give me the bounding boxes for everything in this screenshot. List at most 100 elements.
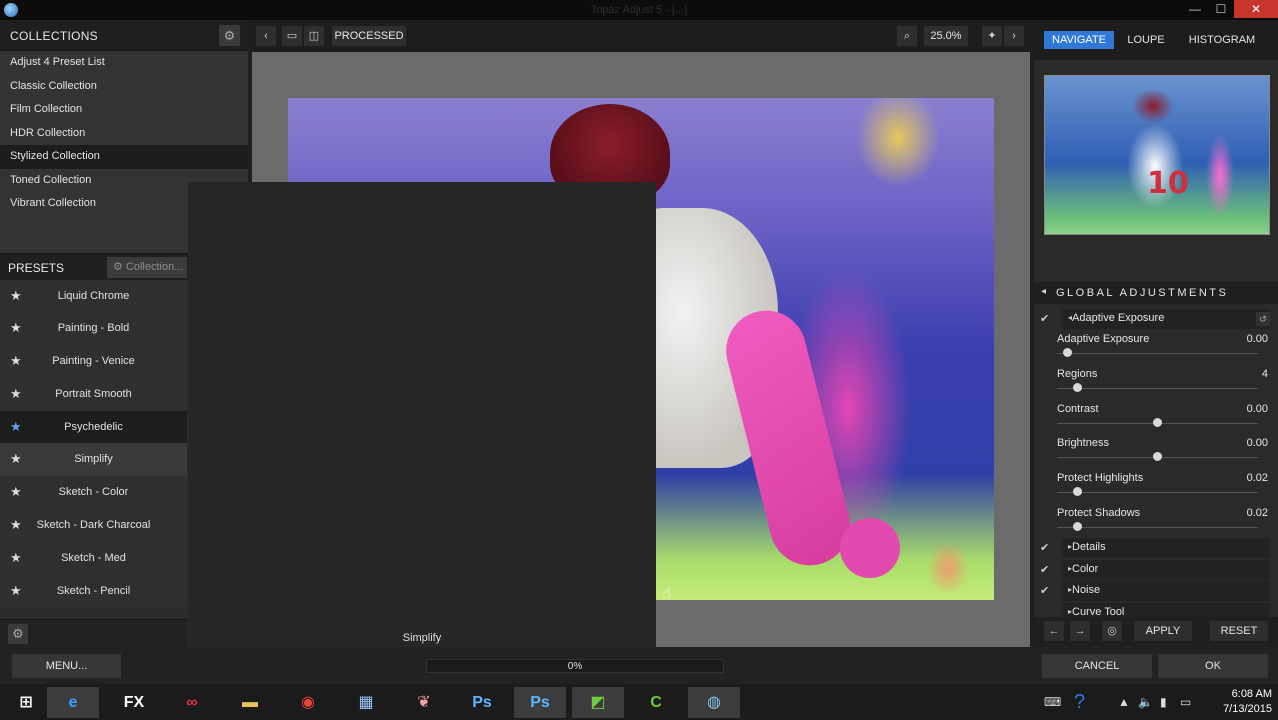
keyboard-icon[interactable]: ⌨: [1044, 684, 1061, 720]
navigator-thumbnail[interactable]: 10: [1044, 75, 1270, 235]
internet-explorer-icon[interactable]: e: [47, 687, 99, 718]
slider-regions[interactable]: Regions 4: [1056, 368, 1268, 403]
preset-item[interactable]: ★ Sketch - Med: [0, 542, 187, 575]
preset-item[interactable]: ★ Portrait Smooth: [0, 378, 187, 411]
maximize-button[interactable]: ☐: [1208, 0, 1234, 18]
preset-item-hover[interactable]: ★ Simplify: [0, 443, 187, 477]
slider-value[interactable]: 0.02: [1247, 472, 1268, 484]
slider-protect-highlights[interactable]: Protect Highlights 0.02: [1056, 472, 1268, 507]
star-icon[interactable]: ★: [10, 312, 22, 345]
checkmark-icon[interactable]: ✔: [1040, 541, 1049, 554]
photoshop-icon[interactable]: Ps: [456, 687, 508, 718]
tray-expand-icon[interactable]: ▲: [1118, 684, 1130, 720]
redo-button[interactable]: →: [1070, 621, 1090, 641]
collection-button[interactable]: ⚙ Collection...: [107, 256, 187, 278]
slider-knob[interactable]: [1153, 418, 1162, 427]
star-icon[interactable]: ★: [10, 411, 22, 444]
slider-track[interactable]: [1057, 353, 1258, 354]
slider-knob[interactable]: [1063, 348, 1072, 357]
curve-tool-section[interactable]: ▸ Curve Tool: [1034, 603, 1278, 617]
windows-start-icon[interactable]: ⊞: [0, 687, 52, 718]
help-icon[interactable]: ?: [1074, 684, 1085, 720]
preset-item[interactable]: ★ Sketch - Color: [0, 476, 187, 509]
slider-protect-shadows[interactable]: Protect Shadows 0.02: [1056, 507, 1268, 542]
cancel-button[interactable]: CANCEL: [1042, 654, 1152, 678]
camtasia-recorder-icon[interactable]: C: [630, 687, 682, 718]
system-clock[interactable]: 6:08 AM 7/13/2015: [1223, 687, 1272, 717]
preset-item-active[interactable]: ★ Psychedelic: [0, 410, 187, 444]
ok-button[interactable]: OK: [1158, 654, 1268, 678]
photoshop-active-icon[interactable]: Ps: [514, 687, 566, 718]
collection-item[interactable]: Film Collection: [0, 98, 248, 122]
collection-item[interactable]: Adjust 4 Preset List: [0, 51, 248, 75]
preset-item[interactable]: ★ Painting - Bold: [0, 312, 187, 345]
slider-track[interactable]: [1057, 492, 1258, 493]
chrome-icon[interactable]: ◉: [282, 687, 334, 718]
undo-button[interactable]: ←: [1044, 621, 1064, 641]
checkmark-icon[interactable]: ✔: [1040, 584, 1049, 597]
menu-button[interactable]: MENU...: [12, 654, 121, 678]
split-view-button[interactable]: ◫: [304, 26, 324, 46]
tab-histogram[interactable]: HISTOGRAM: [1180, 31, 1264, 49]
battery-icon[interactable]: ▭: [1180, 684, 1191, 720]
color-section[interactable]: ✔ ▸ Color: [1034, 560, 1278, 580]
reset-icon[interactable]: ↺: [1256, 312, 1270, 326]
preset-item[interactable]: ★ Liquid Chrome: [0, 280, 187, 313]
star-icon[interactable]: ★: [10, 345, 22, 378]
slider-contrast[interactable]: Contrast 0.00: [1056, 403, 1268, 438]
brain-app-icon[interactable]: ❦: [398, 687, 450, 718]
processed-toggle[interactable]: PROCESSED: [332, 26, 406, 46]
slider-track[interactable]: [1057, 527, 1258, 528]
camtasia-icon[interactable]: ◩: [572, 687, 624, 718]
star-icon[interactable]: ★: [10, 509, 22, 542]
adaptive-exposure-section[interactable]: ✔ ◂ Adaptive Exposure ↺: [1034, 309, 1278, 329]
collection-item-selected[interactable]: Stylized Collection: [0, 145, 248, 169]
forward-button[interactable]: ›: [1004, 26, 1024, 46]
slider-value[interactable]: 4: [1262, 368, 1268, 380]
global-adjustments-header[interactable]: ◂ GLOBAL ADJUSTMENTS: [1034, 282, 1278, 304]
slider-value[interactable]: 0.02: [1247, 507, 1268, 519]
tab-loupe[interactable]: LOUPE: [1120, 31, 1172, 49]
globe-app-icon[interactable]: ◍: [688, 687, 740, 718]
checkmark-icon[interactable]: ✔: [1040, 312, 1049, 325]
slider-knob[interactable]: [1073, 522, 1082, 531]
preset-item[interactable]: ★ Sketch - Dark Charcoal: [0, 509, 187, 542]
star-icon[interactable]: ★: [10, 443, 22, 476]
collection-item[interactable]: Classic Collection: [0, 75, 248, 99]
zoom-level[interactable]: 25.0%: [924, 26, 968, 46]
creative-cloud-icon[interactable]: ∞: [166, 687, 218, 718]
collections-settings-button[interactable]: ⚙: [219, 25, 240, 46]
pin-button[interactable]: ✦: [982, 26, 1002, 46]
slider-track[interactable]: [1057, 388, 1258, 389]
close-button[interactable]: ✕: [1234, 0, 1278, 18]
tab-navigate[interactable]: NAVIGATE: [1044, 31, 1114, 49]
single-view-button[interactable]: ▭: [282, 26, 302, 46]
fx-app-icon[interactable]: FX: [108, 687, 160, 718]
preset-item[interactable]: ★ Painting - Venice: [0, 345, 187, 378]
checkmark-icon[interactable]: ✔: [1040, 563, 1049, 576]
back-button[interactable]: ‹: [256, 26, 276, 46]
volume-icon[interactable]: 🔈: [1138, 684, 1153, 720]
snapshot-button[interactable]: ◎: [1102, 621, 1122, 641]
slider-value[interactable]: 0.00: [1247, 403, 1268, 415]
file-explorer-icon[interactable]: ▬: [224, 687, 276, 718]
slider-knob[interactable]: [1073, 383, 1082, 392]
slider-knob[interactable]: [1153, 452, 1162, 461]
presets-settings-button[interactable]: ⚙: [8, 624, 28, 644]
collection-item[interactable]: HDR Collection: [0, 122, 248, 146]
slider-knob[interactable]: [1073, 487, 1082, 496]
slider-adaptive-exposure[interactable]: Adaptive Exposure 0.00: [1056, 333, 1268, 368]
network-icon[interactable]: ▮: [1160, 684, 1167, 720]
slider-brightness[interactable]: Brightness 0.00: [1056, 437, 1268, 472]
slider-value[interactable]: 0.00: [1247, 437, 1268, 449]
details-section[interactable]: ✔ ▸ Details: [1034, 538, 1278, 558]
star-icon[interactable]: ★: [10, 476, 22, 509]
star-icon[interactable]: ★: [10, 280, 22, 313]
zoom-button[interactable]: ⌕: [897, 26, 917, 46]
calculator-icon[interactable]: ▦: [340, 687, 392, 718]
star-icon[interactable]: ★: [10, 575, 22, 608]
star-icon[interactable]: ★: [10, 542, 22, 575]
slider-value[interactable]: 0.00: [1247, 333, 1268, 345]
preset-item[interactable]: ★ Sketch - Pencil: [0, 575, 187, 608]
star-icon[interactable]: ★: [10, 378, 22, 411]
